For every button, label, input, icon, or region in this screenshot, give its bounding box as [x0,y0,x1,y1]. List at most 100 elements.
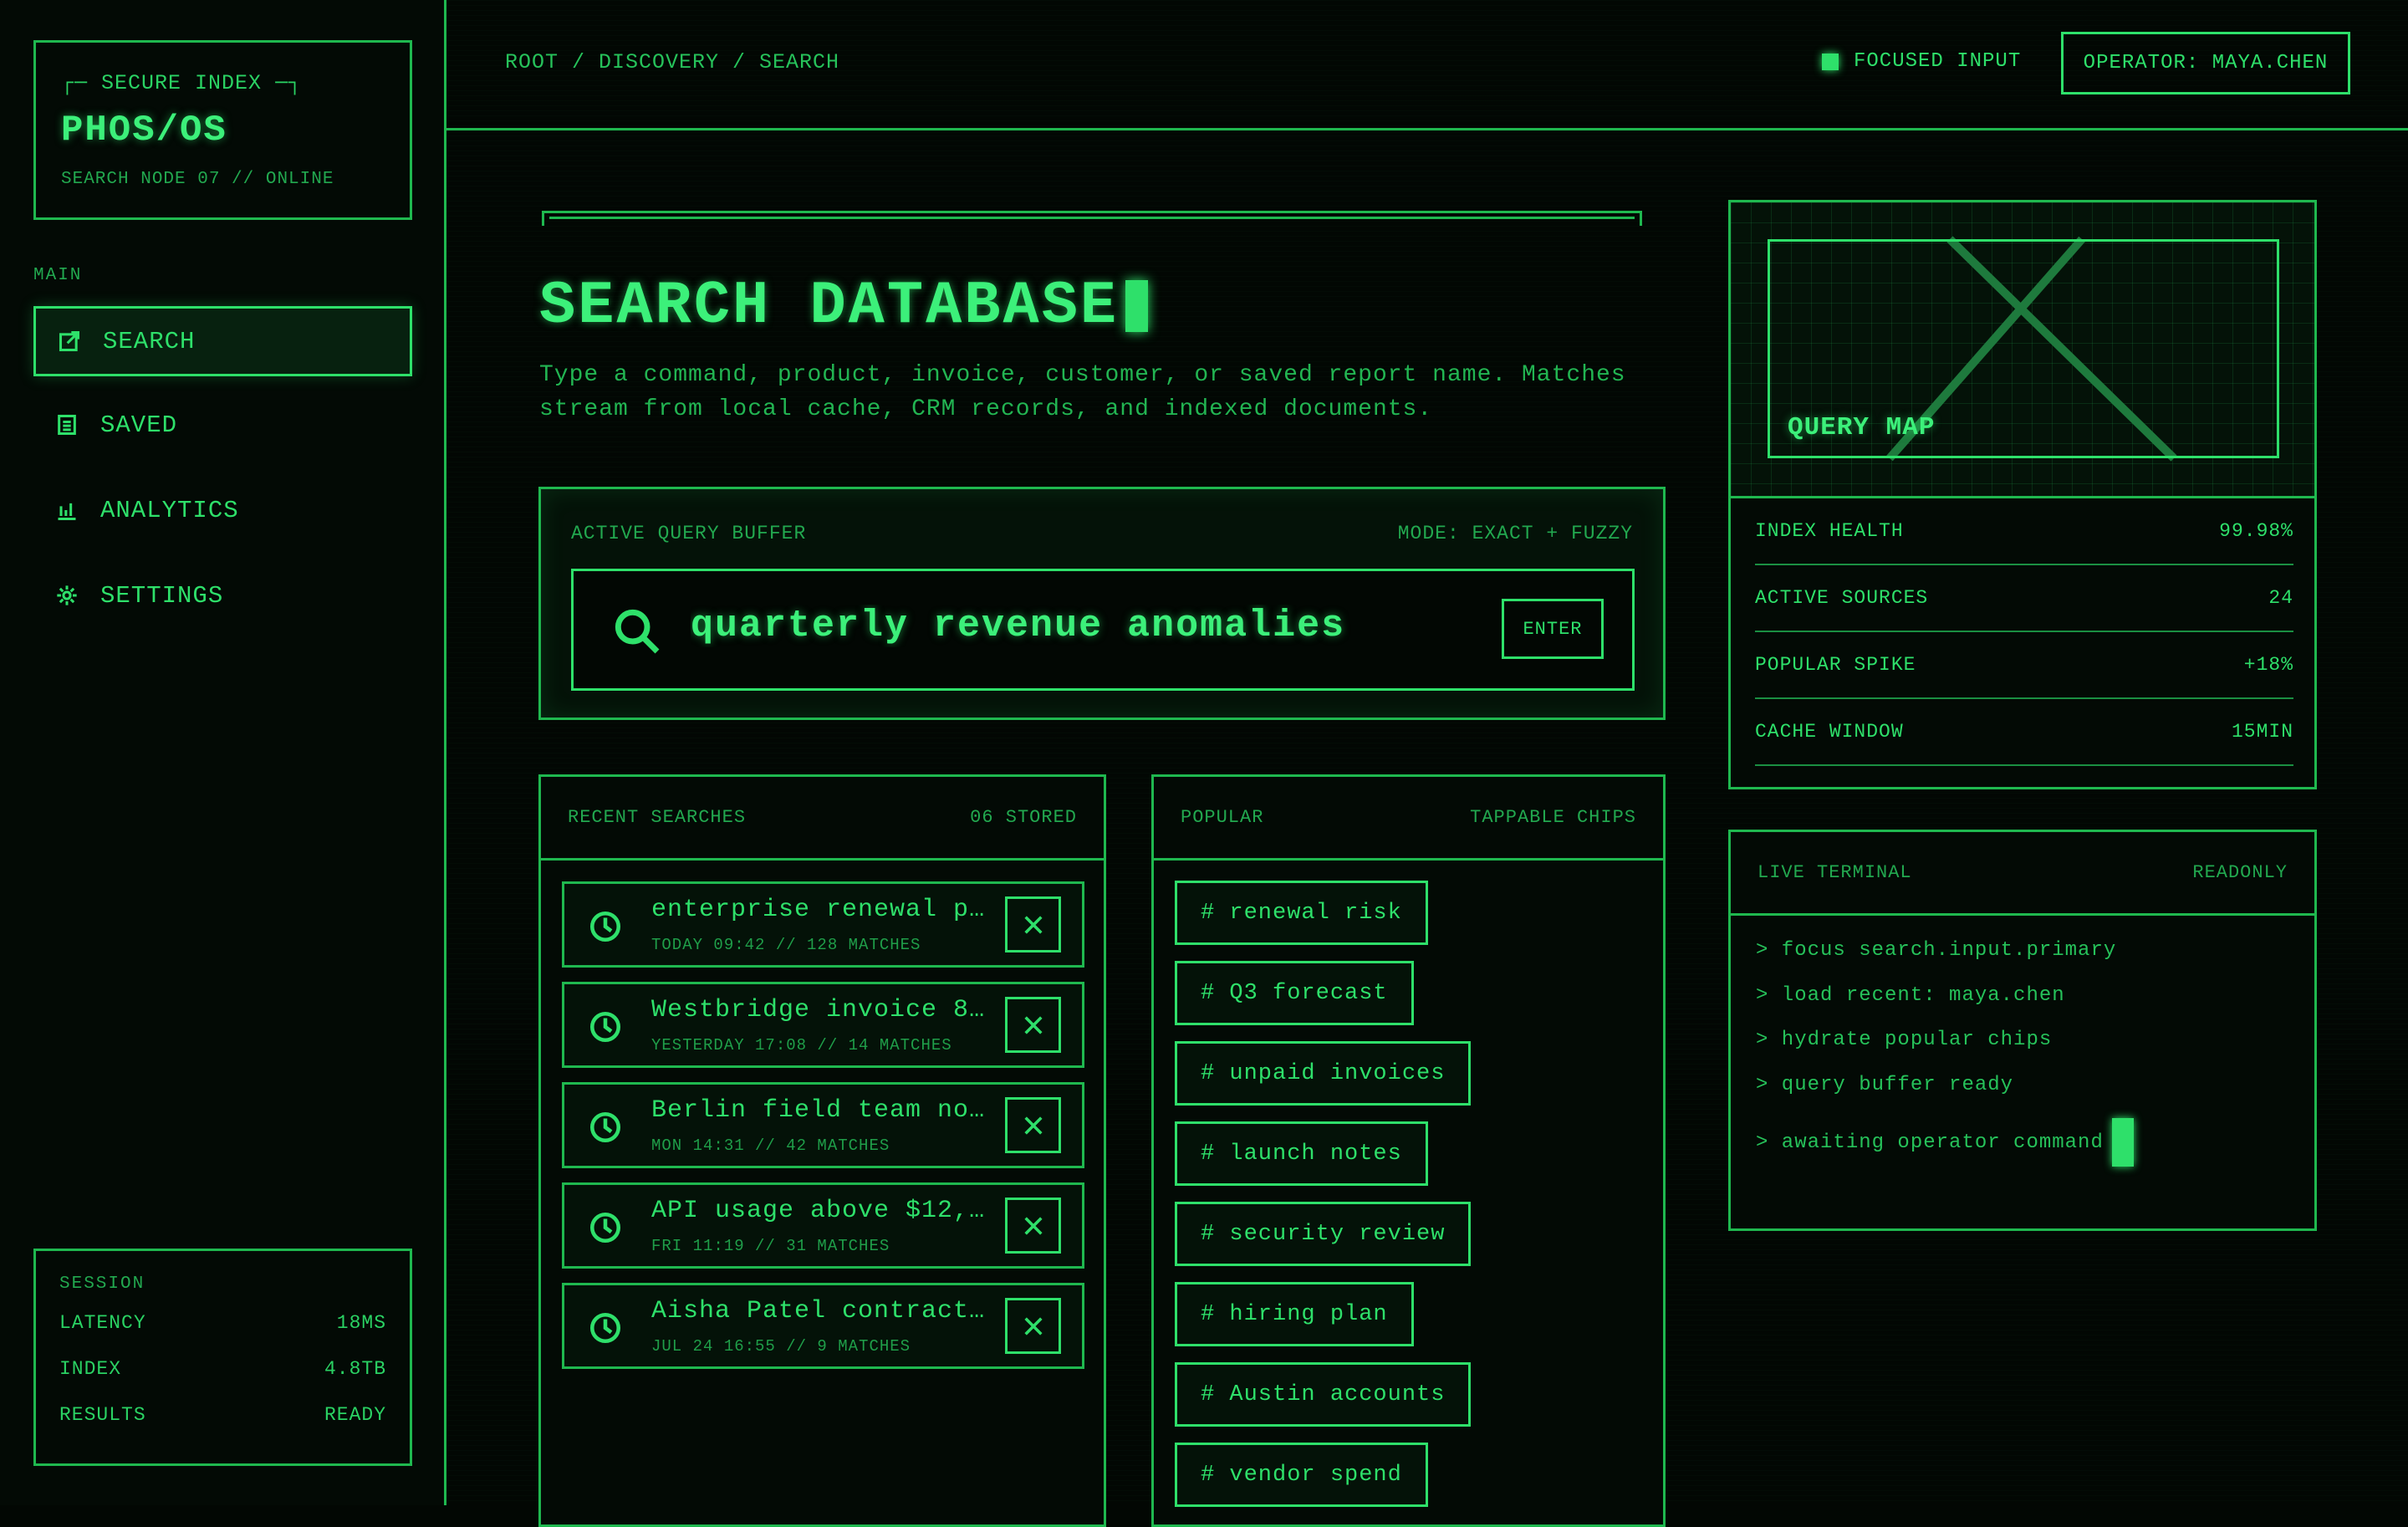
close-icon [1023,1216,1043,1235]
gear-icon [33,584,100,607]
close-icon [1023,915,1043,934]
query-map: QUERY MAP [1731,202,2314,498]
session-row-index: INDEX 4.8TB [59,1358,386,1380]
sidebar-item-label: SEARCH [103,327,196,355]
clock-icon [589,1011,621,1043]
terminal-mode: READONLY [2192,862,2288,883]
popular-chip[interactable]: # unpaid invoices [1175,1041,1472,1106]
remove-recent-button[interactable] [1005,896,1061,952]
popular-subtitle: TAPPABLE CHIPS [1470,807,1636,828]
terminal-line-prompt: > awaiting operator command [1756,1118,2134,1167]
top-bar: ROOT / DISCOVERY / SEARCH FOCUSED INPUT … [446,0,2408,130]
popular-chip[interactable]: # vendor spend [1175,1443,1428,1507]
session-heading: SESSION [59,1274,145,1294]
popular-panel: POPULAR TAPPABLE CHIPS # renewal risk # … [1151,774,1666,1527]
recent-search-meta: JUL 24 16:55 // 9 MATCHES [651,1337,911,1356]
query-mode: MODE: EXACT + FUZZY [1397,523,1633,544]
terminal-line: > load recent: maya.chen [1756,984,2065,1007]
brand-status: SEARCH NODE 07 // ONLINE [61,170,334,189]
query-buffer: ACTIVE QUERY BUFFER MODE: EXACT + FUZZY … [538,487,1666,720]
stat-popular-spike: POPULAR SPIKE +18% [1755,632,2293,699]
clock-icon [589,1212,621,1244]
remove-recent-button[interactable] [1005,1198,1061,1254]
recent-search-item[interactable]: Westbridge invoice 8842 YESTERDAY 17:08 … [562,982,1084,1068]
sidebar-item-saved[interactable]: SAVED [33,390,412,460]
session-row-latency: LATENCY 18MS [59,1312,386,1334]
terminal-header: LIVE TERMINAL READONLY [1731,832,2314,916]
page-description: Type a command, product, invoice, custom… [539,362,1626,422]
sidebar-item-analytics[interactable]: ANALYTICS [33,475,412,545]
recent-search-item[interactable]: Berlin field team notes MON 14:31 // 42 … [562,1082,1084,1168]
popular-chip[interactable]: # hiring plan [1175,1282,1414,1346]
sidebar-item-search[interactable]: SEARCH [33,306,412,376]
popular-title: POPULAR [1181,807,1264,828]
recent-search-item[interactable]: Aisha Patel contract renewal JUL 24 16:5… [562,1283,1084,1369]
recent-search-item[interactable]: API usage above $12,000 FRI 11:19 // 31 … [562,1182,1084,1269]
brand-subtitle: ┌─ SECURE INDEX ─┐ [61,71,303,95]
operator-button[interactable]: OPERATOR: MAYA.CHEN [2061,32,2350,94]
remove-recent-button[interactable] [1005,1298,1061,1354]
popular-chip[interactable]: # Austin accounts [1175,1362,1472,1427]
popular-chip[interactable]: # renewal risk [1175,881,1428,945]
terminal-line: > hydrate popular chips [1756,1029,2053,1051]
terminal-title: LIVE TERMINAL [1758,862,1912,883]
cursor-caret [1125,280,1149,332]
nav-heading: MAIN [33,266,83,285]
stat-cache-window: CACHE WINDOW 15MIN [1755,699,2293,766]
bar-chart-icon [33,498,100,522]
recent-search-title: Aisha Patel contract renewal [651,1297,986,1325]
popular-chip[interactable]: # security review [1175,1202,1472,1266]
close-icon [1023,1316,1043,1335]
terminal-cursor [2111,1118,2134,1167]
recent-search-title: Berlin field team notes [651,1096,986,1125]
status-dot-icon [1822,53,1839,70]
clock-icon [589,911,621,942]
clock-icon [589,1111,621,1143]
recent-search-item[interactable]: enterprise renewal pipeline TODAY 09:42 … [562,881,1084,968]
query-map-label: QUERY MAP [1788,413,1936,442]
search-input[interactable] [691,605,1477,647]
popular-chip[interactable]: # Q3 forecast [1175,961,1414,1025]
recent-searches-panel: RECENT SEARCHES 06 STORED enterprise ren… [538,774,1106,1527]
recent-search-title: API usage above $12,000 [651,1197,986,1225]
recent-searches-header: RECENT SEARCHES 06 STORED [541,777,1104,861]
recent-search-meta: YESTERDAY 17:08 // 14 MATCHES [651,1036,952,1055]
sidebar-item-label: ANALYTICS [100,496,239,524]
brand-title: PHOS/OS [61,110,227,151]
popular-chip[interactable]: # launch notes [1175,1121,1428,1186]
recent-search-meta: TODAY 09:42 // 128 MATCHES [651,936,921,954]
recent-searches-count: 06 STORED [970,807,1077,828]
recent-searches-title: RECENT SEARCHES [568,807,747,828]
search-icon [615,609,660,654]
breadcrumb[interactable]: ROOT / DISCOVERY / SEARCH [505,50,839,74]
recent-search-meta: FRI 11:19 // 31 MATCHES [651,1237,890,1255]
focus-indicator: FOCUSED INPUT [1822,50,2021,73]
close-icon [1023,1116,1043,1135]
remove-recent-button[interactable] [1005,1097,1061,1153]
remove-recent-button[interactable] [1005,997,1061,1053]
clock-icon [589,1312,621,1344]
header-bracket [542,211,1642,226]
brand-card: ┌─ SECURE INDEX ─┐ PHOS/OS SEARCH NODE 0… [33,40,412,220]
sidebar-item-label: SETTINGS [100,581,224,610]
document-icon [33,413,100,437]
session-panel: SESSION LATENCY 18MS INDEX 4.8TB RESULTS… [33,1249,412,1466]
sidebar-item-label: SAVED [100,411,178,439]
enter-button[interactable]: ENTER [1502,599,1604,659]
close-icon [1023,1015,1043,1034]
stat-index-health: INDEX HEALTH 99.98% [1755,498,2293,565]
search-input-box[interactable]: ENTER [571,569,1635,691]
terminal-line: > focus search.input.primary [1756,939,2117,962]
query-buffer-label: ACTIVE QUERY BUFFER [571,523,807,544]
session-row-results: RESULTS READY [59,1404,386,1426]
recent-search-title: enterprise renewal pipeline [651,896,986,924]
recent-search-title: Westbridge invoice 8842 [651,996,986,1024]
page-title: SEARCH DATABASE [539,272,1149,340]
query-map-card: QUERY MAP INDEX HEALTH 99.98% ACTIVE SOU… [1728,200,2317,789]
sidebar-item-settings[interactable]: SETTINGS [33,560,412,631]
recent-search-meta: MON 14:31 // 42 MATCHES [651,1136,890,1155]
sidebar: ┌─ SECURE INDEX ─┐ PHOS/OS SEARCH NODE 0… [0,0,446,1505]
terminal-line: > query buffer ready [1756,1074,2014,1096]
live-terminal: LIVE TERMINAL READONLY > focus search.in… [1728,830,2317,1231]
external-link-icon [36,329,103,353]
